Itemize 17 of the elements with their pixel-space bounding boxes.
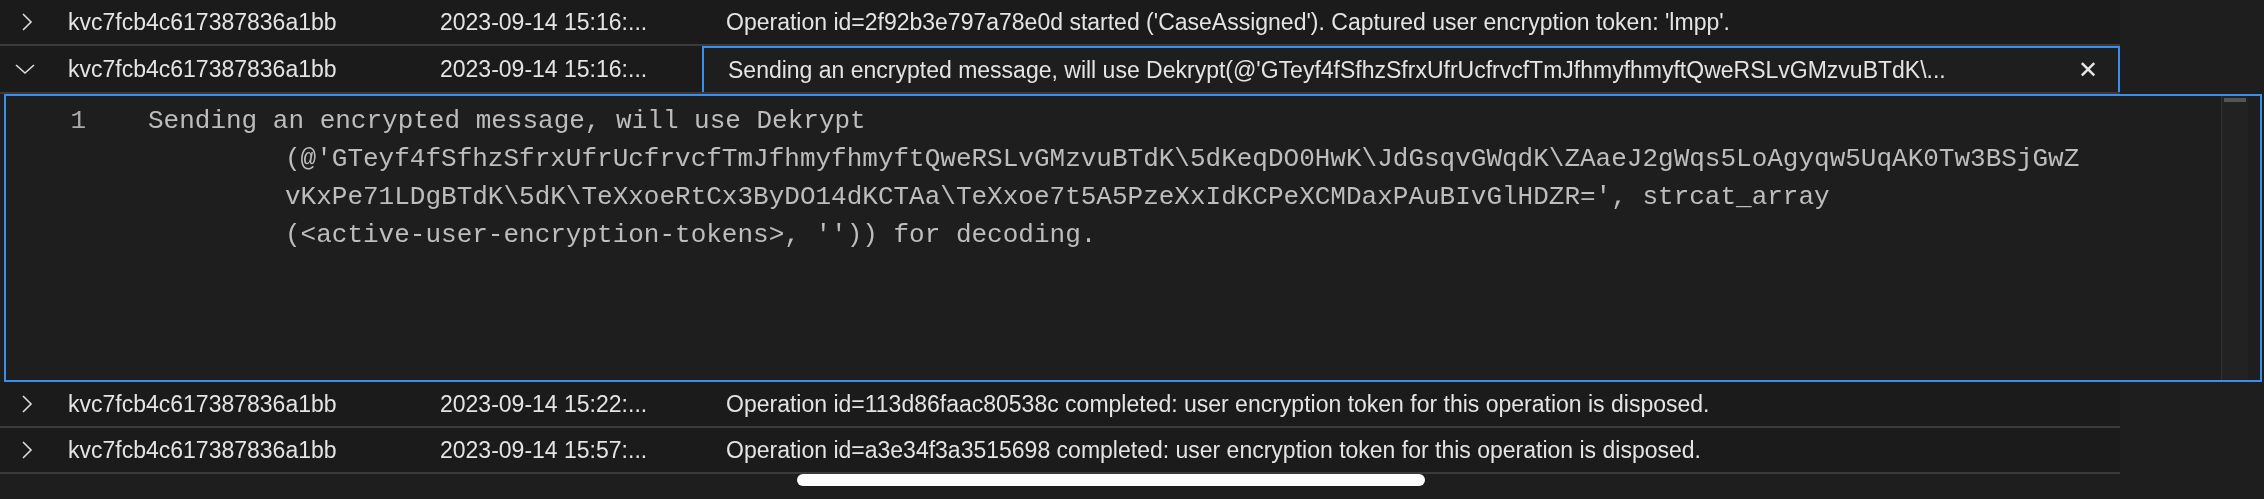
code-text: Sending an encrypted message, will use Dekrypt (@'GTeyf4fSfhzSfrxUfrUcfrvcfTmJfhmyfhmyftQweRSLvGMzvuBTdK\5dKeqDO0HwK\JdGsqvGWqdK\ZAaeJ2gWqs5LoAgyqw5UqAK0Tw3BSjGwZ vKxPe71LDgBTdK\5dK\TeXxoeRtCx3ByDO14dKCTAa\TeXxoe7t5A5PzeXxIdKCPeXCMDaxPAuBIvGlHDZR=', strcat_array (<active-user-encryption-tokens>, '')) for decoding.: [148, 105, 2080, 252]
time-cell-text: 2023-09-14 15:57:...: [440, 436, 649, 464]
vertical-scrollbar[interactable]: [2221, 96, 2248, 380]
id-cell-text: kvc7fcb4c617387836a1bb: [68, 55, 338, 83]
id-cell-text: kvc7fcb4c617387836a1bb: [68, 8, 338, 36]
message-cell: Operation id=113d86faac80538c completed: user encryption token for this operation is disposed.: [726, 390, 1710, 418]
id-cell-text: kvc7fcb4c617387836a1bb: [68, 390, 338, 418]
message-cell: Operation id=a3e34f3a3515698 completed: user encryption token for this operation is disposed.: [726, 436, 1701, 464]
horizontal-scrollbar-thumb[interactable]: [797, 474, 1425, 486]
time-cell-text: 2023-09-14 15:16:...: [440, 55, 649, 83]
close-button[interactable]: ✕: [2077, 56, 2098, 84]
line-number: 1: [69, 105, 87, 138]
message-text: Sending an encrypted message, will use Dekrypt(@'GTeyf4fSfhzSfrxUfrUcfrvcfTmJfhmyfhmyftQweRSLvGMzvuBTdK\...: [728, 56, 1946, 84]
time-cell-text: 2023-09-14 15:16:...: [440, 8, 649, 36]
time-cell-text: 2023-09-14 15:22:...: [440, 390, 649, 418]
id-cell-text: kvc7fcb4c617387836a1bb: [68, 436, 338, 464]
message-cell: Operation id=2f92b3e797a78e0d started ('CaseAssigned'). Captured user encryption token: 'lmpp'.: [726, 8, 1730, 36]
